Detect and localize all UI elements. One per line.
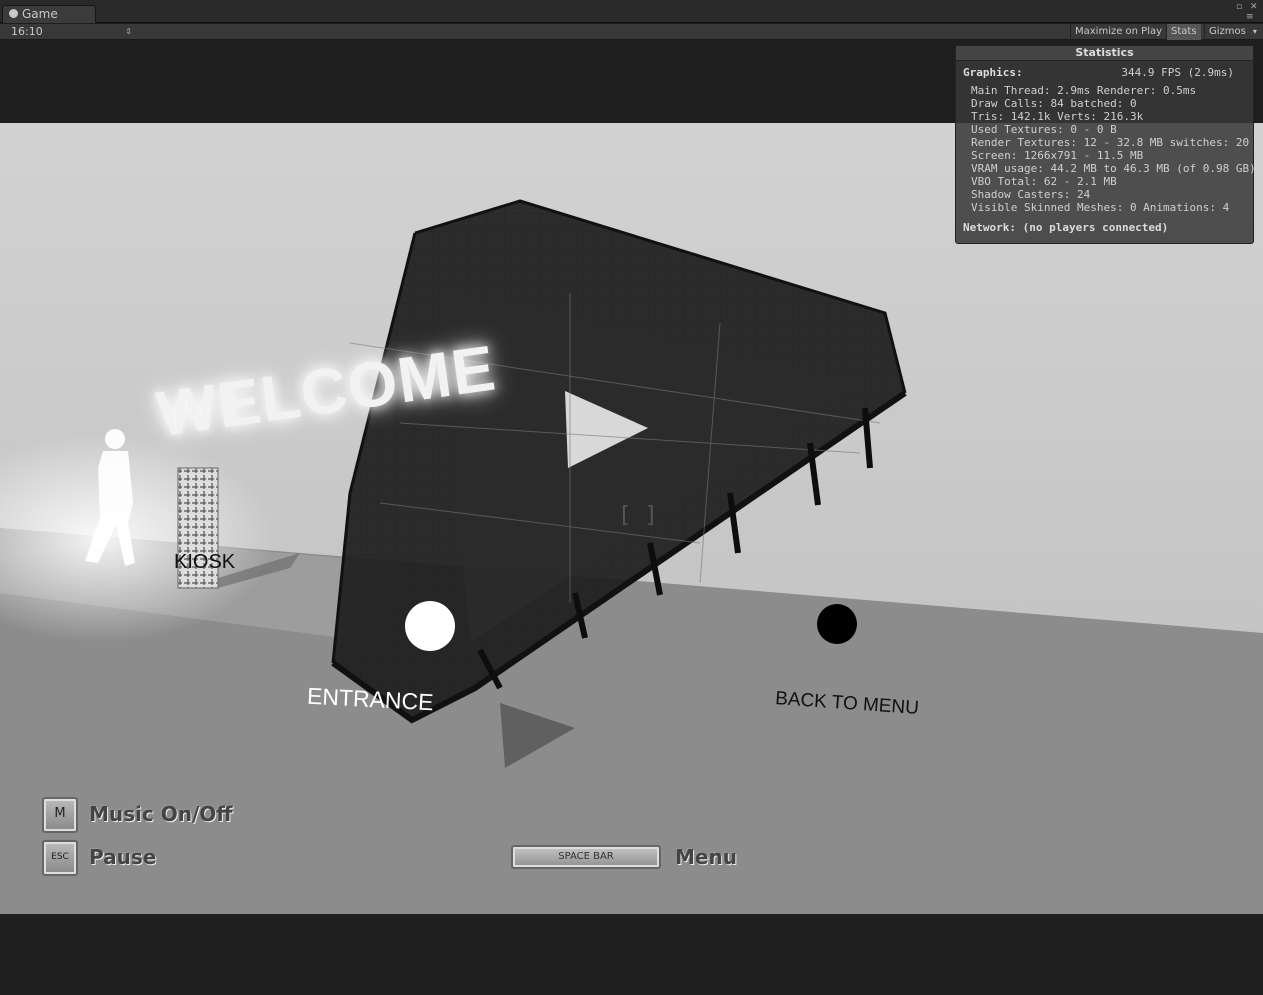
game-toolbar: 16:10 ⇕ Maximize on Play Stats Gizmos ▾	[0, 24, 1263, 40]
stat-line: Draw Calls: 84 batched: 0	[971, 97, 1137, 110]
pause-label: Pause	[89, 845, 157, 869]
spacebar-key-icon: SPACE BAR	[511, 845, 661, 869]
network-status: Network: (no players connected)	[963, 221, 1169, 234]
music-key-icon: M	[42, 797, 78, 833]
esc-key-icon: ESC	[42, 840, 78, 876]
chevron-updown-icon: ⇕	[125, 27, 132, 36]
panel-menu-icon[interactable]: ≡	[1246, 12, 1254, 22]
gizmos-button[interactable]: Gizmos ▾	[1204, 24, 1260, 40]
stat-line: Screen: 1266x791 - 11.5 MB	[971, 149, 1144, 162]
menu-label: Menu	[675, 845, 737, 869]
game-icon	[9, 9, 18, 18]
aspect-value: 16:10	[11, 25, 43, 38]
entrance-sphere	[405, 601, 455, 651]
statistics-panel: Statistics Graphics: 344.9 FPS (2.9ms) M…	[955, 45, 1256, 244]
tab-bar: Game ▫ ✕ ≡	[0, 0, 1263, 23]
aspect-dropdown[interactable]: 16:10 ⇕	[6, 24, 134, 40]
chevron-down-icon: ▾	[1252, 27, 1257, 36]
crosshair: [ ]	[618, 503, 658, 528]
tab-game[interactable]: Game	[2, 5, 96, 23]
stat-line: Visible Skinned Meshes: 0 Animations: 4	[971, 201, 1230, 214]
music-toggle-label: Music On/Off	[89, 802, 233, 826]
maximize-icon[interactable]: ▫	[1236, 2, 1242, 12]
stat-line: VBO Total: 62 - 2.1 MB	[971, 175, 1117, 188]
stat-line: Shadow Casters: 24	[971, 188, 1091, 201]
kiosk-label: KIOSK	[174, 551, 236, 573]
tab-game-label: Game	[22, 7, 58, 21]
stat-line: Main Thread: 2.9ms Renderer: 0.5ms	[971, 84, 1197, 97]
stat-line: Render Textures: 12 - 32.8 MB switches: …	[971, 136, 1250, 149]
back-to-menu-sphere	[817, 604, 857, 644]
unity-editor-window: Game ▫ ✕ ≡ 16:10 ⇕ Maximize on Play Stat…	[0, 0, 1263, 995]
close-icon[interactable]: ✕	[1250, 2, 1258, 12]
stats-button[interactable]: Stats	[1166, 24, 1201, 40]
stat-line: VRAM usage: 44.2 MB to 46.3 MB (of 0.98 …	[971, 162, 1256, 175]
stat-line: Used Textures: 0 - 0 B	[971, 123, 1117, 136]
fps-value: 344.9 FPS (2.9ms)	[1121, 66, 1234, 79]
stat-line: Tris: 142.1k Verts: 216.3k	[971, 110, 1144, 123]
gizmos-label: Gizmos	[1209, 26, 1246, 37]
graphics-heading: Graphics:	[963, 66, 1023, 79]
maximize-on-play-button[interactable]: Maximize on Play	[1070, 24, 1166, 40]
statistics-title: Statistics	[956, 46, 1253, 61]
